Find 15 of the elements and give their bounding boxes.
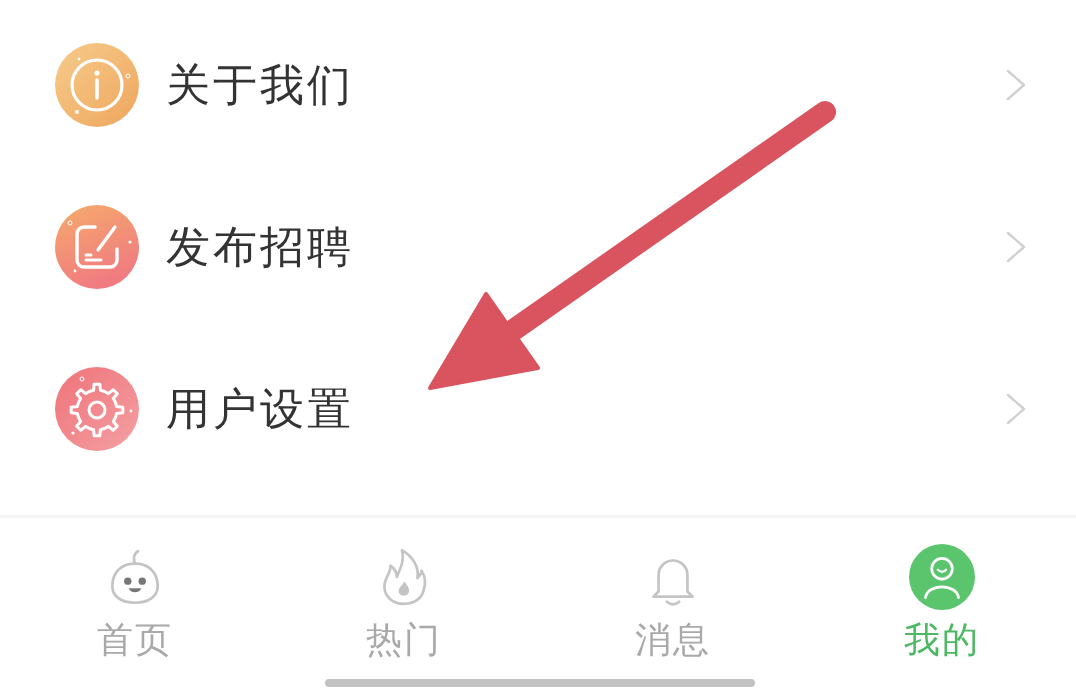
tab[interactable]: 我的: [903, 544, 980, 660]
menu-item-label[interactable]: 发布招聘: [166, 220, 354, 274]
chevron-right-icon: [1006, 69, 1026, 101]
tab[interactable]: 消息: [634, 544, 711, 660]
menu-item-label[interactable]: 关于我们: [166, 58, 354, 112]
menu-item-label[interactable]: 用户设置: [166, 382, 354, 436]
home-indicator[interactable]: [325, 679, 755, 687]
gear-icon: [55, 367, 139, 451]
tab[interactable]: 热门: [365, 544, 442, 660]
info-icon: [55, 43, 139, 127]
chevron-right-icon: [1006, 231, 1026, 263]
edit-icon: [55, 205, 139, 289]
person-icon: [908, 544, 975, 610]
chevron-right-icon: [1006, 393, 1026, 425]
tab[interactable]: 首页: [96, 544, 173, 660]
